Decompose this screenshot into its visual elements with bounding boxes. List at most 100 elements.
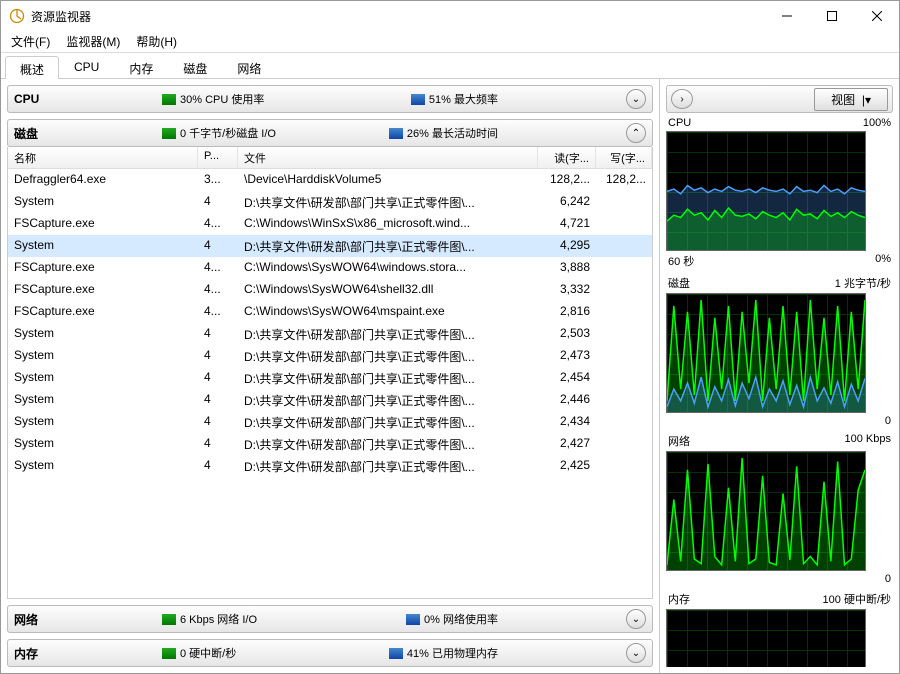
expand-cpu-button[interactable]: ⌄ <box>626 89 646 109</box>
cell-file: D:\共享文件\研发部\部门共享\正式零件图\... <box>238 345 538 367</box>
table-row[interactable]: System4D:\共享文件\研发部\部门共享\正式零件图\...2,425 <box>8 455 652 477</box>
cell-pid: 4 <box>198 455 238 477</box>
tab-network[interactable]: 网络 <box>222 55 276 78</box>
cell-name: System <box>8 235 198 257</box>
chart-foot-left: 60 秒 <box>668 253 694 269</box>
table-row[interactable]: FSCapture.exe4...C:\Windows\WinSxS\x86_m… <box>8 213 652 235</box>
view-dropdown[interactable]: 视图 |▾ <box>814 88 888 111</box>
table-row[interactable]: System4D:\共享文件\研发部\部门共享\正式零件图\...2,503 <box>8 323 652 345</box>
chart-canvas <box>666 293 866 413</box>
cell-write <box>596 433 652 455</box>
expand-network-button[interactable]: ⌄ <box>626 609 646 629</box>
disk-io-label: 0 千字节/秒磁盘 I/O <box>180 125 276 141</box>
table-body[interactable]: Defraggler64.exe3...\Device\HarddiskVolu… <box>8 169 652 598</box>
cell-file: \Device\HarddiskVolume5 <box>238 169 538 191</box>
cell-file: C:\Windows\SysWOW64\windows.stora... <box>238 257 538 279</box>
tab-disk[interactable]: 磁盘 <box>168 55 222 78</box>
chart-max: 100% <box>863 117 891 129</box>
green-swatch-icon <box>162 128 176 139</box>
cell-file: D:\共享文件\研发部\部门共享\正式零件图\... <box>238 411 538 433</box>
collapse-disk-button[interactable]: ⌃ <box>626 123 646 143</box>
cell-write <box>596 323 652 345</box>
chart-mem: 内存100 硬中断/秒 <box>666 591 893 667</box>
menu-file[interactable]: 文件(F) <box>11 33 50 50</box>
cell-file: C:\Windows\SysWOW64\mspaint.exe <box>238 301 538 323</box>
chart-foot-right: 0% <box>875 253 891 269</box>
cell-read: 3,888 <box>538 257 596 279</box>
table-row[interactable]: System4D:\共享文件\研发部\部门共享\正式零件图\...2,427 <box>8 433 652 455</box>
cell-name: System <box>8 323 198 345</box>
chart-max: 1 兆字节/秒 <box>835 275 891 291</box>
menu-monitor[interactable]: 监视器(M) <box>66 33 120 50</box>
tab-cpu[interactable]: CPU <box>59 55 114 78</box>
cpu-maxfreq-label: 51% 最大频率 <box>429 91 498 107</box>
tab-memory[interactable]: 内存 <box>114 55 168 78</box>
network-panel-header[interactable]: 网络 6 Kbps 网络 I/O 0% 网络使用率 ⌄ <box>7 605 653 633</box>
cpu-panel-header[interactable]: CPU 30% CPU 使用率 51% 最大频率 ⌄ <box>7 85 653 113</box>
maximize-button[interactable] <box>809 1 854 31</box>
cell-name: Defraggler64.exe <box>8 169 198 191</box>
table-row[interactable]: FSCapture.exe4...C:\Windows\SysWOW64\she… <box>8 279 652 301</box>
cell-pid: 4... <box>198 301 238 323</box>
cell-read: 6,242 <box>538 191 596 213</box>
table-row[interactable]: Defraggler64.exe3...\Device\HarddiskVolu… <box>8 169 652 191</box>
chart-cpu: CPU100%60 秒0% <box>666 117 893 269</box>
cell-file: D:\共享文件\研发部\部门共享\正式零件图\... <box>238 455 538 477</box>
memory-panel-title: 内存 <box>14 645 154 662</box>
chart-canvas <box>666 131 866 251</box>
column-headers: 名称 P... 文件 读(字... 写(字... <box>8 147 652 169</box>
cell-read: 3,332 <box>538 279 596 301</box>
menubar: 文件(F) 监视器(M) 帮助(H) <box>1 31 899 53</box>
chart-disk: 磁盘1 兆字节/秒0 <box>666 275 893 427</box>
charts-area[interactable]: CPU100%60 秒0%磁盘1 兆字节/秒0网络100 Kbps0内存100 … <box>666 117 893 667</box>
menu-help[interactable]: 帮助(H) <box>136 33 177 50</box>
titlebar: 资源监视器 <box>1 1 899 31</box>
cell-pid: 3... <box>198 169 238 191</box>
col-name[interactable]: 名称 <box>8 147 198 168</box>
close-button[interactable] <box>854 1 899 31</box>
tab-overview[interactable]: 概述 <box>5 56 59 79</box>
window-title: 资源监视器 <box>31 8 764 25</box>
collapse-charts-button[interactable]: › <box>671 89 693 109</box>
cell-write <box>596 235 652 257</box>
cell-name: FSCapture.exe <box>8 279 198 301</box>
table-row[interactable]: System4D:\共享文件\研发部\部门共享\正式零件图\...4,295 <box>8 235 652 257</box>
chart-foot-right: 0 <box>885 573 891 585</box>
cell-read: 2,425 <box>538 455 596 477</box>
cell-read: 2,473 <box>538 345 596 367</box>
table-row[interactable]: System4D:\共享文件\研发部\部门共享\正式零件图\...6,242 <box>8 191 652 213</box>
minimize-button[interactable] <box>764 1 809 31</box>
blue-swatch-icon <box>411 94 425 105</box>
col-pid[interactable]: P... <box>198 147 238 168</box>
table-row[interactable]: System4D:\共享文件\研发部\部门共享\正式零件图\...2,434 <box>8 411 652 433</box>
disk-table: 名称 P... 文件 读(字... 写(字... Defraggler64.ex… <box>7 147 653 599</box>
cell-pid: 4 <box>198 323 238 345</box>
cell-read: 2,454 <box>538 367 596 389</box>
cell-file: D:\共享文件\研发部\部门共享\正式零件图\... <box>238 367 538 389</box>
col-write[interactable]: 写(字... <box>596 147 652 168</box>
table-row[interactable]: System4D:\共享文件\研发部\部门共享\正式零件图\...2,454 <box>8 367 652 389</box>
disk-panel-title: 磁盘 <box>14 125 154 142</box>
chart-max: 100 Kbps <box>845 433 891 449</box>
table-row[interactable]: FSCapture.exe4...C:\Windows\SysWOW64\msp… <box>8 301 652 323</box>
chart-canvas <box>666 609 866 667</box>
blue-swatch-icon <box>389 648 403 659</box>
cell-write <box>596 301 652 323</box>
cell-name: System <box>8 191 198 213</box>
cell-file: C:\Windows\SysWOW64\shell32.dll <box>238 279 538 301</box>
chart-net: 网络100 Kbps0 <box>666 433 893 585</box>
col-file[interactable]: 文件 <box>238 147 538 168</box>
chart-max: 100 硬中断/秒 <box>823 591 891 607</box>
table-row[interactable]: System4D:\共享文件\研发部\部门共享\正式零件图\...2,473 <box>8 345 652 367</box>
disk-panel-header[interactable]: 磁盘 0 千字节/秒磁盘 I/O 26% 最长活动时间 ⌃ <box>7 119 653 147</box>
table-row[interactable]: FSCapture.exe4...C:\Windows\SysWOW64\win… <box>8 257 652 279</box>
table-row[interactable]: System4D:\共享文件\研发部\部门共享\正式零件图\...2,446 <box>8 389 652 411</box>
cell-write <box>596 411 652 433</box>
cell-name: System <box>8 389 198 411</box>
cell-write <box>596 455 652 477</box>
memory-panel-header[interactable]: 内存 0 硬中断/秒 41% 已用物理内存 ⌄ <box>7 639 653 667</box>
cell-write <box>596 345 652 367</box>
expand-memory-button[interactable]: ⌄ <box>626 643 646 663</box>
col-read[interactable]: 读(字... <box>538 147 596 168</box>
cell-read: 2,816 <box>538 301 596 323</box>
